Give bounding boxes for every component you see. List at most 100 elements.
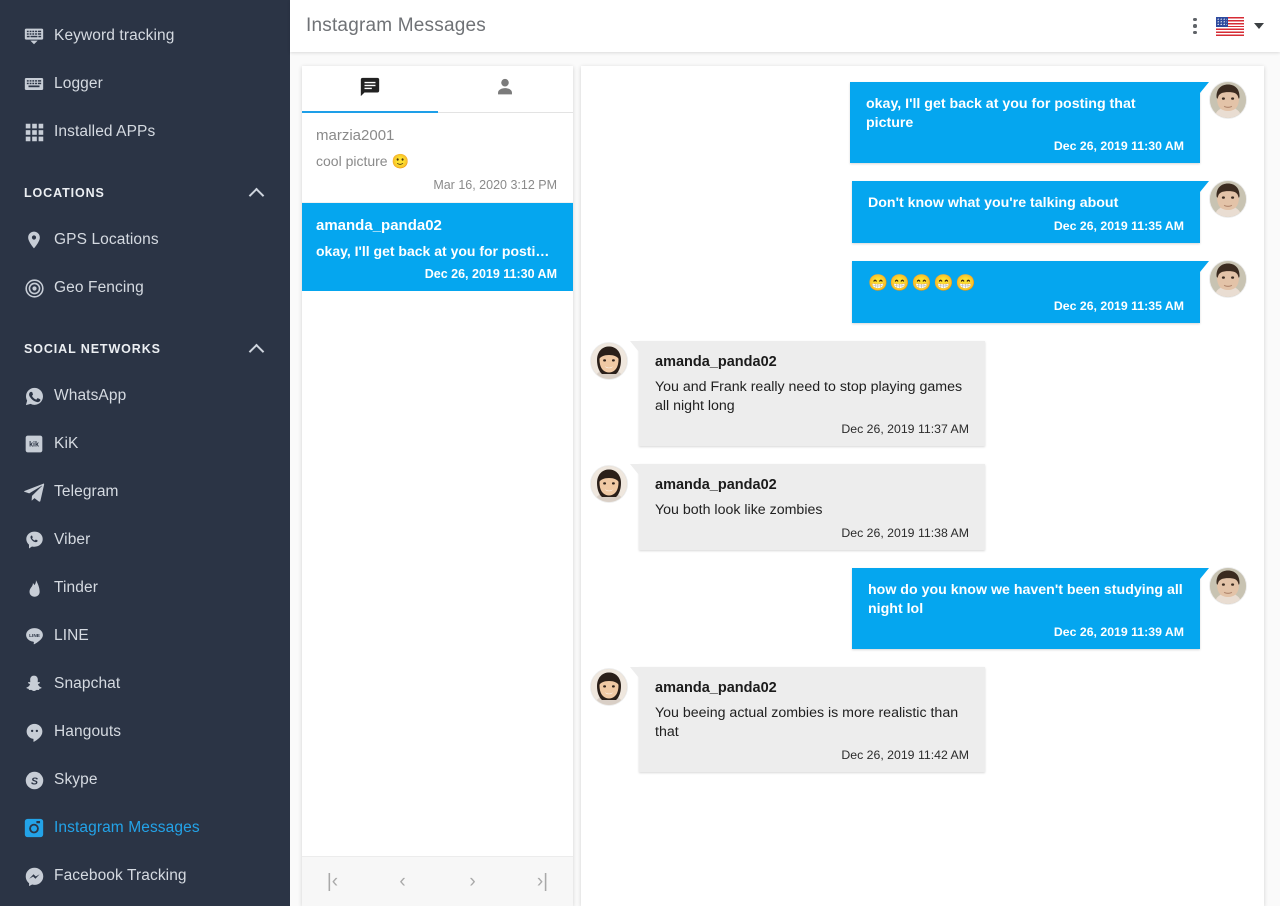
dot xyxy=(1193,24,1197,28)
instagram-icon xyxy=(14,817,54,839)
topbar: Instagram Messages xyxy=(290,0,1280,52)
message-bubble: amanda_panda02 You both look like zombies… xyxy=(630,464,985,550)
conversation-date: Mar 16, 2020 3:12 PM xyxy=(433,178,557,192)
app-root: Keyword tracking Logger Installed APPs L… xyxy=(0,0,1280,906)
pagination-next-button[interactable]: › xyxy=(462,872,484,891)
tab-messages[interactable] xyxy=(302,66,438,113)
message-timestamp: Dec 26, 2019 11:38 AM xyxy=(841,526,969,540)
message-bubble: how do you know we haven't been studying… xyxy=(852,568,1209,649)
sidebar-item-gps-locations[interactable]: GPS Locations xyxy=(0,216,290,264)
conversation-tabs xyxy=(302,66,573,113)
sidebar-item-snapchat[interactable]: Snapchat xyxy=(0,660,290,708)
message-text: You and Frank really need to stop playin… xyxy=(655,379,963,414)
message-bubble: amanda_panda02 You beeing actual zombies … xyxy=(630,667,985,772)
sidebar-item-hangouts[interactable]: Hangouts xyxy=(0,708,290,756)
sidebar-item-keyword-tracking[interactable]: Keyword tracking xyxy=(0,12,290,60)
avatar-male xyxy=(1210,181,1246,217)
pagination-prev-button[interactable]: ‹ xyxy=(392,872,414,891)
conversation-name: marzia2001 xyxy=(316,127,395,144)
more-vert-icon[interactable] xyxy=(1180,9,1210,43)
pagination-first-button[interactable]: |‹ xyxy=(322,872,344,891)
sidebar-item-viber[interactable]: Viber xyxy=(0,516,290,564)
message-sender: amanda_panda02 xyxy=(655,477,777,493)
telegram-icon xyxy=(14,481,54,503)
pagination-last-button[interactable]: ›| xyxy=(532,872,554,891)
message-text: okay, I'll get back at you for posting t… xyxy=(866,96,1136,131)
avatar-male xyxy=(1210,568,1246,604)
avatar-male xyxy=(1210,82,1246,118)
conversation-item-selected[interactable]: amanda_panda02 okay, I'll get back at yo… xyxy=(302,203,573,291)
message-timestamp: Dec 26, 2019 11:35 AM xyxy=(1053,219,1184,233)
conversation-item[interactable]: marzia2001 cool picture 🙂 Mar 16, 2020 3… xyxy=(302,113,573,203)
chevron-up-icon xyxy=(250,186,264,200)
sidebar-section-locations[interactable]: LOCATIONS xyxy=(0,170,290,216)
main-area: Instagram Messages marzia2001 cool pictu… xyxy=(290,0,1280,906)
sidebar-item-label: Logger xyxy=(54,75,103,92)
tab-contacts[interactable] xyxy=(438,66,574,112)
svg-text:LINE: LINE xyxy=(29,632,40,638)
dot xyxy=(1193,17,1197,22)
message-timestamp: Dec 26, 2019 11:37 AM xyxy=(841,422,969,436)
conversation-preview: cool picture 🙂 xyxy=(316,153,409,169)
flag-canton xyxy=(1216,16,1229,27)
avatar-female xyxy=(591,343,627,379)
sidebar-item-telegram[interactable]: Telegram xyxy=(0,468,290,516)
keyboard-down-icon xyxy=(14,25,54,47)
avatar-female xyxy=(591,669,627,705)
message-timestamp: Dec 26, 2019 11:30 AM xyxy=(1053,139,1184,153)
sidebar-item-facebook-tracking[interactable]: Facebook Tracking xyxy=(0,852,290,900)
message-timestamp: Dec 26, 2019 11:35 AM xyxy=(1053,299,1184,313)
sidebar-item-line[interactable]: LINE LINE xyxy=(0,612,290,660)
conversation-list: marzia2001 cool picture 🙂 Mar 16, 2020 3… xyxy=(302,113,573,856)
message-row: how do you know we haven't been studying… xyxy=(591,568,1246,649)
chat-thread: okay, I'll get back at you for posting t… xyxy=(581,66,1264,906)
viber-icon xyxy=(14,530,54,551)
sidebar-item-installed-apps[interactable]: Installed APPs xyxy=(0,108,290,156)
conversation-preview: okay, I'll get back at you for posting t… xyxy=(316,243,557,259)
content-row: marzia2001 cool picture 🙂 Mar 16, 2020 3… xyxy=(290,52,1280,906)
conversation-list-panel: marzia2001 cool picture 🙂 Mar 16, 2020 3… xyxy=(302,66,573,906)
caret-down-icon[interactable] xyxy=(1254,23,1264,29)
hangouts-icon xyxy=(14,722,54,743)
sidebar-item-label: Tinder xyxy=(54,579,98,596)
sidebar-item-label: Facebook Tracking xyxy=(54,867,187,884)
message-text: 😁😁😁😁😁 xyxy=(868,275,978,292)
message-row: Don't know what you're talking about Dec … xyxy=(591,181,1246,243)
message-bubble: Don't know what you're talking about Dec … xyxy=(852,181,1209,243)
page-title: Instagram Messages xyxy=(306,15,486,36)
message-bubble: 😁😁😁😁😁 Dec 26, 2019 11:35 AM xyxy=(852,261,1209,323)
message-text: how do you know we haven't been studying… xyxy=(868,582,1183,617)
line-icon: LINE xyxy=(14,626,54,647)
us-flag-icon[interactable] xyxy=(1216,16,1244,36)
message-row: okay, I'll get back at you for posting t… xyxy=(591,82,1246,163)
target-circle-icon xyxy=(14,278,54,299)
sidebar-item-label: Skype xyxy=(54,771,98,788)
pagination-bar: |‹ ‹ › ›| xyxy=(302,856,573,906)
chevron-up-icon xyxy=(250,342,264,356)
sidebar-item-label: Hangouts xyxy=(54,723,122,740)
sidebar-item-geo-fencing[interactable]: Geo Fencing xyxy=(0,264,290,312)
sidebar-item-label: GPS Locations xyxy=(54,231,159,248)
sidebar-item-skype[interactable]: S Skype xyxy=(0,756,290,804)
svg-text:kik: kik xyxy=(29,441,39,449)
tinder-flame-icon xyxy=(14,579,54,598)
sidebar-item-kik[interactable]: kik KiK xyxy=(0,420,290,468)
sidebar-item-label: Snapchat xyxy=(54,675,121,692)
message-row: amanda_panda02 You beeing actual zombies … xyxy=(591,667,1246,772)
sidebar-item-tinder[interactable]: Tinder xyxy=(0,564,290,612)
sidebar-section-social-networks[interactable]: SOCIAL NETWORKS xyxy=(0,326,290,372)
conversation-name: amanda_panda02 xyxy=(316,217,442,234)
sidebar-item-label: Viber xyxy=(54,531,91,548)
sidebar-item-instagram-messages[interactable]: Instagram Messages xyxy=(0,804,290,852)
sidebar-item-logger[interactable]: Logger xyxy=(0,60,290,108)
conversation-date: Dec 26, 2019 11:30 AM xyxy=(424,267,557,281)
sidebar-section-title: SOCIAL NETWORKS xyxy=(24,342,161,356)
message-sender: amanda_panda02 xyxy=(655,354,777,370)
sidebar: Keyword tracking Logger Installed APPs L… xyxy=(0,0,290,906)
sidebar-item-whatsapp[interactable]: WhatsApp xyxy=(0,372,290,420)
message-bubble: amanda_panda02 You and Frank really need … xyxy=(630,341,985,446)
whatsapp-icon xyxy=(14,386,54,407)
dot xyxy=(1193,30,1197,35)
topbar-actions xyxy=(1180,9,1266,43)
skype-icon: S xyxy=(14,770,54,791)
